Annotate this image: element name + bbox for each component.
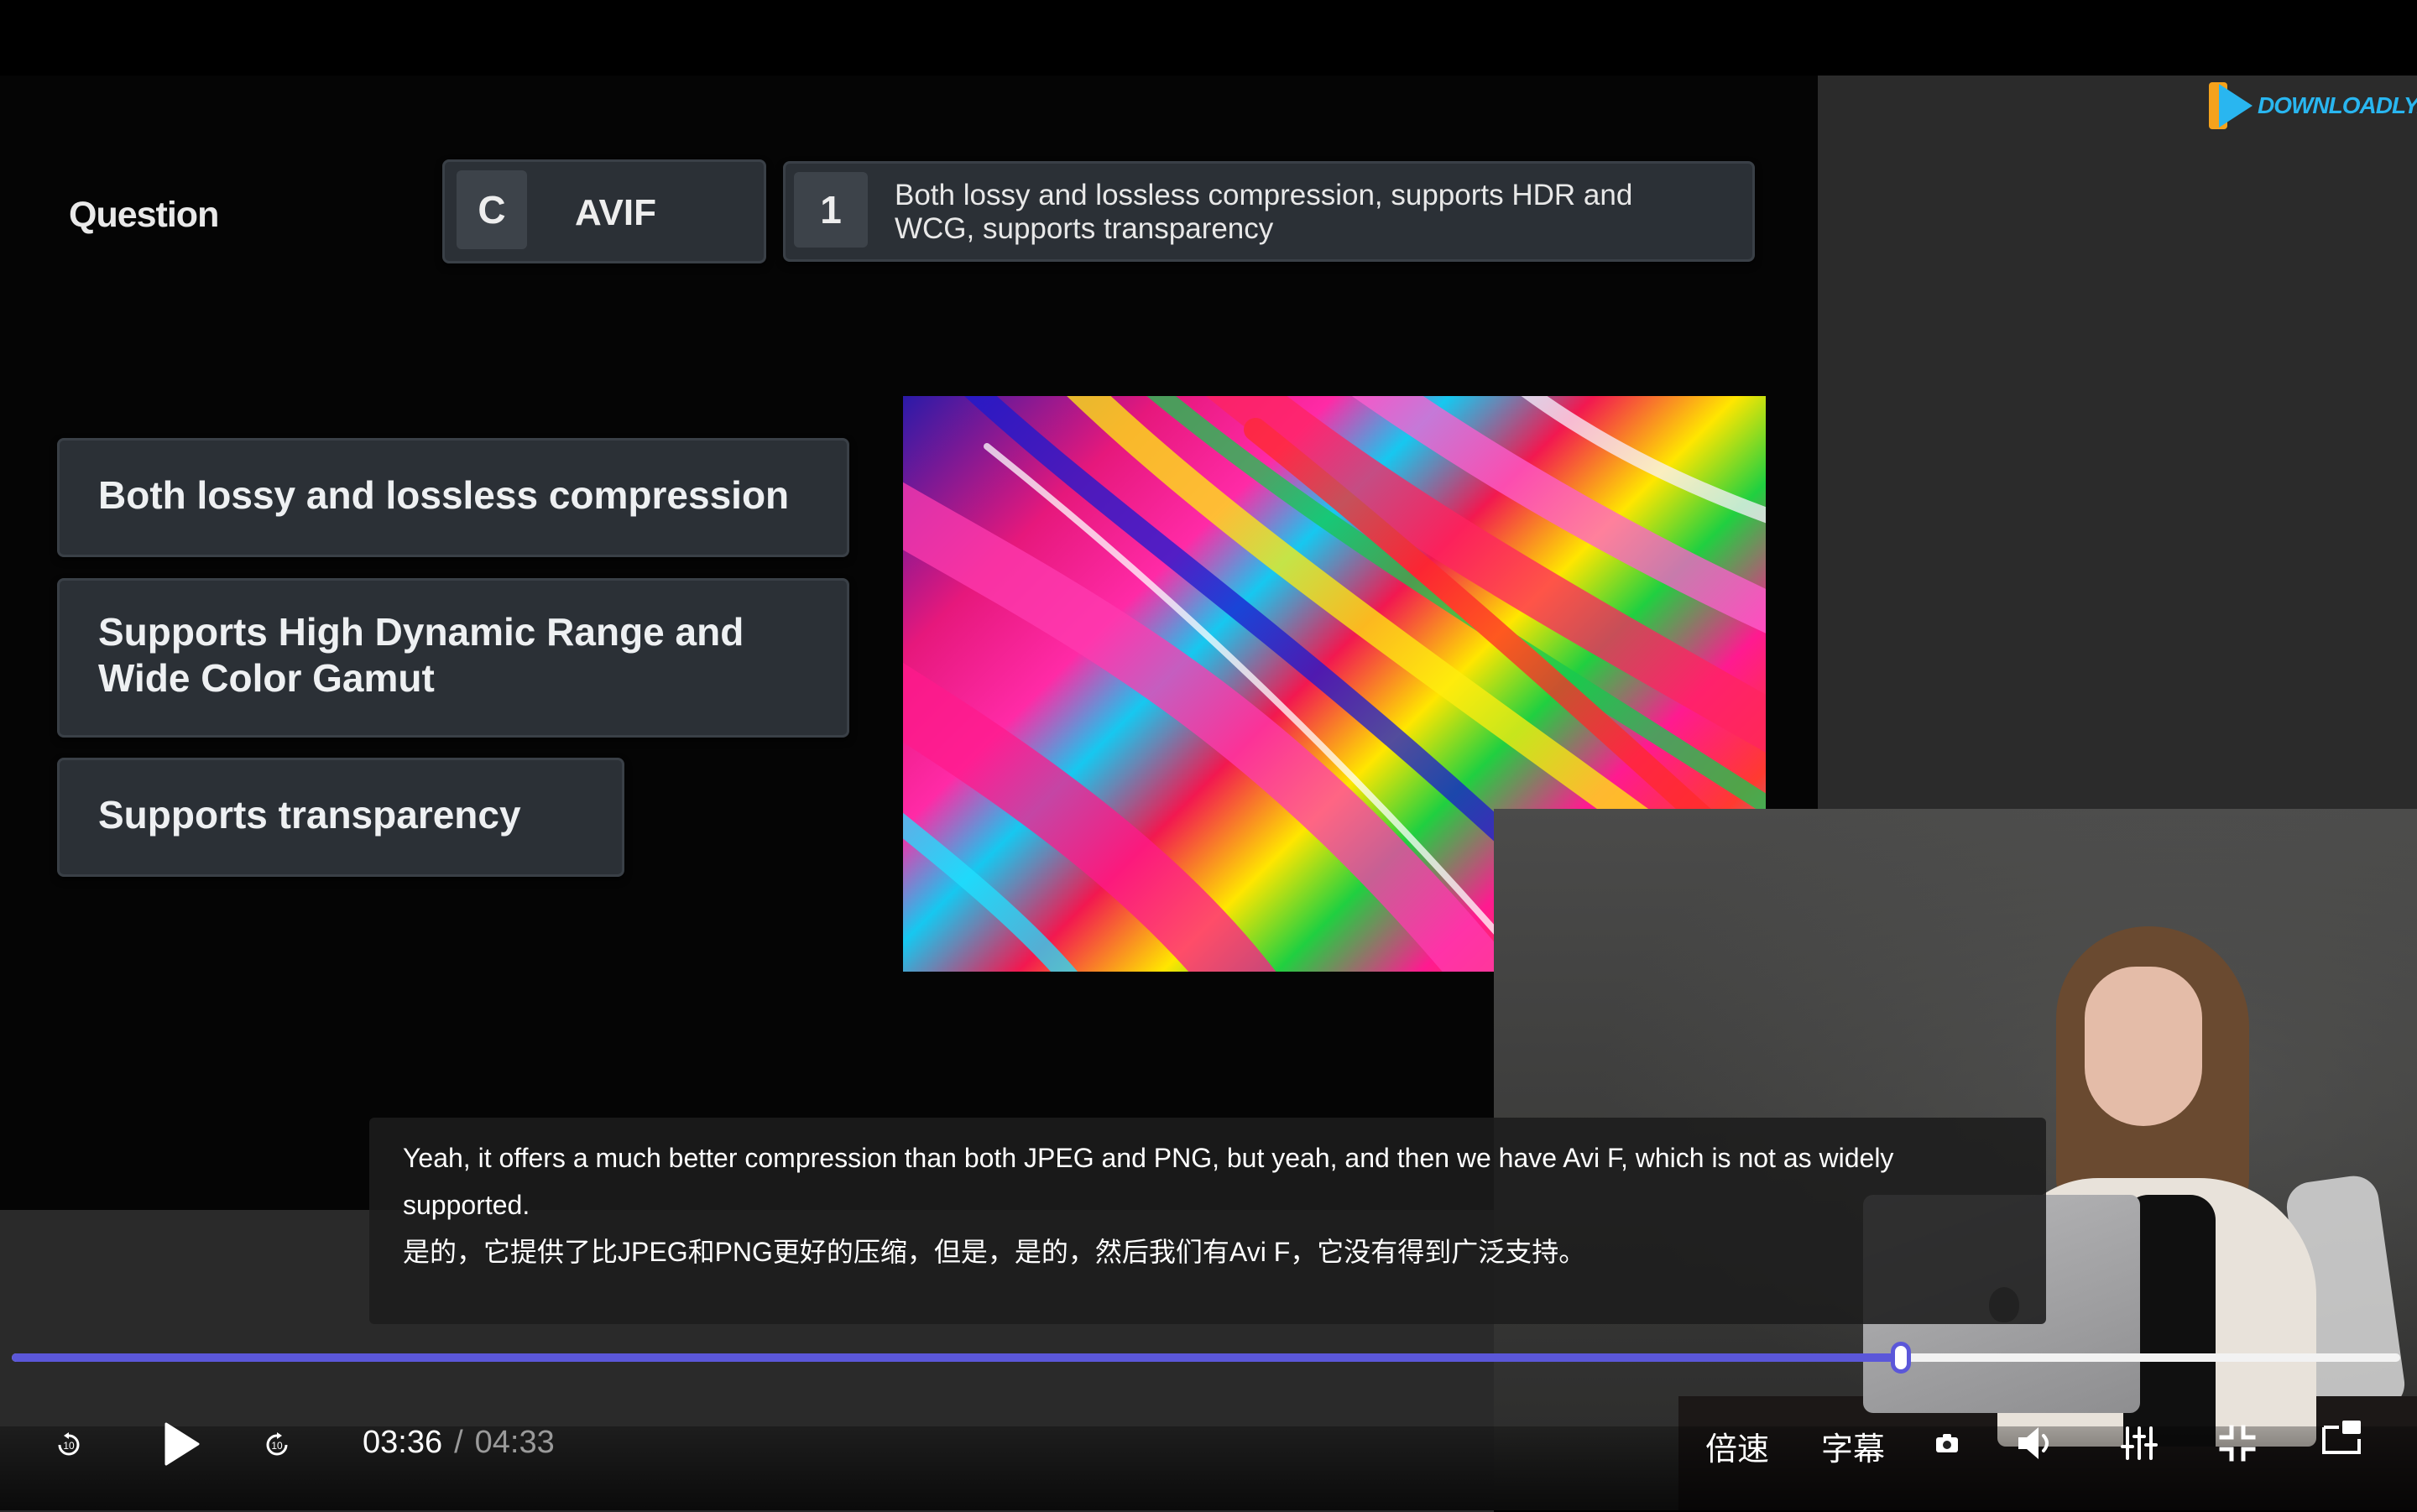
svg-text:10: 10	[63, 1440, 75, 1452]
feature-text: Both lossy and lossless compression	[98, 473, 790, 517]
play-button[interactable]	[159, 1418, 203, 1470]
volume-button[interactable]	[2012, 1421, 2059, 1465]
answer-format: AVIF	[575, 192, 656, 233]
match-text-line1: Both lossy and lossless compression, sup…	[895, 179, 1633, 211]
equalizer-icon	[2121, 1426, 2158, 1460]
time-display: 03:36 / 04:33	[363, 1425, 555, 1461]
exit-fullscreen-button[interactable]	[2216, 1421, 2259, 1465]
progress-handle[interactable]	[1891, 1342, 1912, 1374]
current-time: 03:36	[363, 1425, 443, 1460]
progress-track[interactable]	[12, 1342, 2400, 1374]
speed-button[interactable]: 倍速	[1705, 1423, 1769, 1469]
question-label: Question	[69, 195, 219, 235]
match-key: 1	[794, 172, 868, 248]
play-icon	[164, 1422, 200, 1466]
feature-card-3: Supports transparency	[57, 758, 624, 877]
rewind-icon: 10	[58, 1432, 80, 1456]
downloadly-logo-icon	[2209, 82, 2253, 129]
rewind-button[interactable]: 10	[52, 1426, 86, 1463]
svg-text:10: 10	[271, 1440, 283, 1452]
answer-box: C AVIF	[442, 159, 766, 263]
feature-text: Supports transparency	[98, 793, 521, 837]
camera-icon	[1936, 1434, 1958, 1452]
video-background-top	[1818, 76, 2417, 809]
subtitle-en-line2: supported.	[403, 1190, 530, 1220]
duration: 04:33	[474, 1425, 555, 1460]
picture-in-picture-button[interactable]	[2318, 1415, 2365, 1460]
subtitle-en-line1: Yeah, it offers a much better compressio…	[403, 1143, 1894, 1173]
feature-card-2: Supports High Dynamic Range and Wide Col…	[57, 578, 849, 738]
time-separator: /	[454, 1425, 463, 1460]
match-text-line2: WCG, supports transparency	[895, 212, 1274, 245]
forward-icon: 10	[266, 1432, 288, 1456]
watermark-logo: DOWNLOADLY.IR	[2207, 79, 2417, 133]
forward-button[interactable]: 10	[260, 1426, 294, 1463]
subtitle-zh: 是的，它提供了比JPEG和PNG更好的压缩，但是，是的，然后我们有Avi F，它…	[403, 1237, 1586, 1267]
watermark-text: DOWNLOADLY.IR	[2258, 92, 2417, 118]
feature-text-line1: Supports High Dynamic Range and	[98, 610, 744, 654]
feature-text-line2: Wide Color Gamut	[98, 656, 435, 700]
subtitle-panel: Yeah, it offers a much better compressio…	[369, 1118, 2046, 1324]
equalizer-button[interactable]	[2118, 1421, 2160, 1465]
face	[2085, 967, 2202, 1126]
volume-icon	[2018, 1427, 2049, 1459]
picture-in-picture-icon	[2322, 1421, 2361, 1454]
answer-key: C	[457, 170, 527, 249]
feature-card-1: Both lossy and lossless compression	[57, 438, 849, 557]
subtitle-button[interactable]: 字幕	[1821, 1423, 1885, 1469]
progress-fill	[12, 1353, 1902, 1362]
match-box: 1 Both lossy and lossless compression, s…	[783, 161, 1755, 262]
exit-fullscreen-icon	[2219, 1425, 2256, 1462]
screenshot-button[interactable]	[1930, 1426, 1964, 1460]
